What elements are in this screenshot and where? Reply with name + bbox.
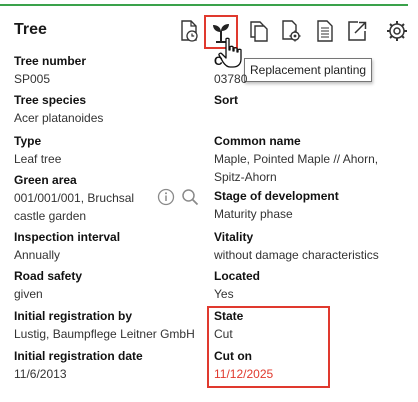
field-label: State <box>214 309 244 323</box>
field-label: Inspection interval <box>14 230 121 244</box>
field-tree-species: Tree species Acer platanoides <box>14 91 103 127</box>
field-type: Type Leaf tree <box>14 132 61 168</box>
field-label: Common name <box>214 134 301 148</box>
field-value: Annually <box>14 248 61 262</box>
document-icon <box>317 20 333 42</box>
field-cut-on: Cut on 11/12/2025 <box>214 347 273 383</box>
field-c: C 03780 <box>214 52 247 88</box>
copy-icon <box>250 21 268 42</box>
field-label: Tree species <box>14 93 87 107</box>
field-label: Initial registration by <box>14 309 133 323</box>
field-label: Road safety <box>14 269 83 283</box>
gear-icon <box>387 21 407 41</box>
field-initial-registration-by: Initial registration by Lustig, Baumpfle… <box>14 307 195 343</box>
field-label: Stage of development <box>214 189 339 203</box>
field-label: Initial registration date <box>14 349 143 363</box>
header-accent-line <box>0 4 408 6</box>
field-common-name: Common name Maple, Pointed Maple // Ahor… <box>214 132 394 186</box>
field-label: Type <box>14 134 42 148</box>
field-green-area: Green area 001/001/001, Bruchsal castle … <box>14 171 154 225</box>
field-value: SP005 <box>14 72 51 86</box>
field-value: Cut <box>214 327 233 341</box>
info-icon[interactable] <box>157 188 175 206</box>
field-initial-registration-date: Initial registration date 11/6/2013 <box>14 347 143 383</box>
field-value: Leaf tree <box>14 152 62 166</box>
document-settings-icon <box>282 20 301 42</box>
field-value: 11/6/2013 <box>14 367 67 381</box>
field-label: Green area <box>14 173 77 187</box>
export-icon <box>348 21 367 41</box>
history-button[interactable] <box>174 16 204 46</box>
field-sort: Sort <box>214 91 238 109</box>
field-value: Lustig, Baumpflege Leitner GmbH <box>14 327 195 341</box>
field-state: State Cut <box>214 307 243 343</box>
copy-button[interactable] <box>244 16 274 46</box>
field-vitality: Vitality without damage characteristics <box>214 228 379 264</box>
field-located: Located Yes <box>214 267 260 303</box>
tooltip: Replacement planting <box>244 58 372 82</box>
field-value: Yes <box>214 287 234 301</box>
toolbar <box>0 14 418 49</box>
field-value: without damage characteristics <box>214 248 379 262</box>
document-settings-button[interactable] <box>276 16 306 46</box>
field-label: Cut on <box>214 349 252 363</box>
field-label: C <box>214 54 223 68</box>
field-value: Acer platanoides <box>14 111 104 125</box>
field-value: 11/12/2025 <box>214 367 274 381</box>
green-area-actions <box>157 188 203 208</box>
field-stage-of-development: Stage of development Maturity phase <box>214 187 339 223</box>
history-icon <box>181 20 198 42</box>
field-inspection-interval: Inspection interval Annually <box>14 228 120 264</box>
field-tree-number: Tree number SP005 <box>14 52 86 88</box>
field-label: Sort <box>214 93 238 107</box>
field-value: 03780 <box>214 72 248 86</box>
field-label: Located <box>214 269 261 283</box>
search-icon[interactable] <box>181 188 199 206</box>
field-value: given <box>14 287 43 301</box>
field-value: Maple, Pointed Maple // Ahorn, Spitz-Aho… <box>214 152 379 184</box>
field-value: 001/001/001, Bruchsal castle garden <box>14 191 135 223</box>
field-label: Vitality <box>214 230 254 244</box>
field-value: Maturity phase <box>214 207 293 221</box>
export-button[interactable] <box>342 16 372 46</box>
document-button[interactable] <box>310 16 340 46</box>
field-road-safety: Road safety given <box>14 267 82 303</box>
settings-button[interactable] <box>382 16 412 46</box>
field-label: Tree number <box>14 54 87 68</box>
